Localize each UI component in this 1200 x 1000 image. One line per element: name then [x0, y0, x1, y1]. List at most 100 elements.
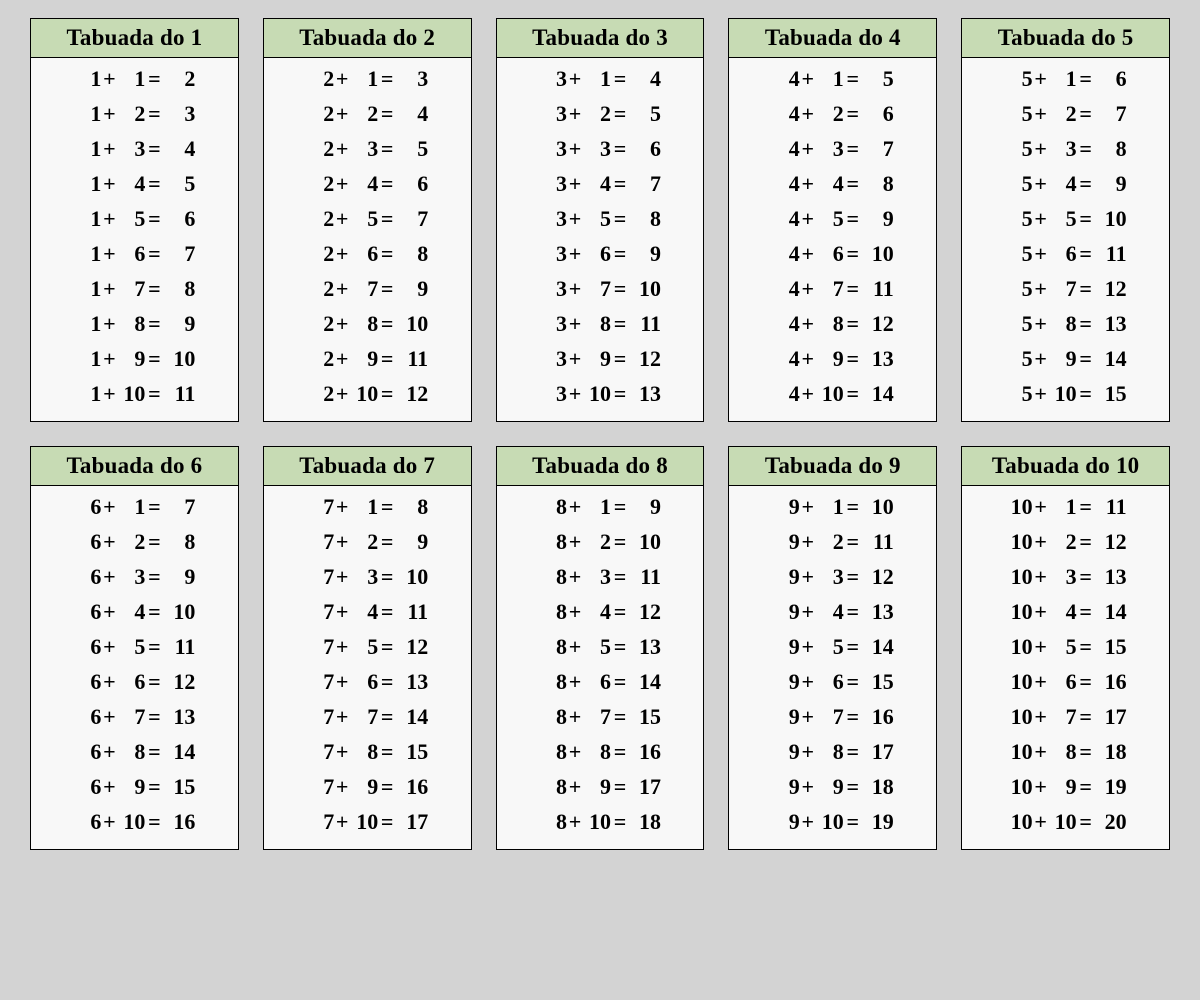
equals: =: [145, 706, 161, 728]
result: 10: [394, 566, 428, 588]
equals: =: [145, 103, 161, 125]
equals: =: [611, 208, 627, 230]
operator: +: [567, 68, 583, 90]
operand-b: 8: [816, 313, 844, 335]
table-row: 8+4=12: [511, 601, 690, 623]
operator: +: [334, 68, 350, 90]
table-row: 8+1=9: [511, 496, 690, 518]
table-body: 10+1=1110+2=1210+3=1310+4=1410+5=1510+6=…: [962, 486, 1169, 849]
table-row: 2+8=10: [278, 313, 457, 335]
result: 5: [860, 68, 894, 90]
table-row: 5+9=14: [976, 348, 1155, 370]
table-row: 10+1=11: [976, 496, 1155, 518]
operand-b: 9: [1049, 348, 1077, 370]
operand-a: 9: [772, 671, 800, 693]
table-row: 5+2=7: [976, 103, 1155, 125]
operator: +: [1033, 313, 1049, 335]
operand-a: 9: [772, 566, 800, 588]
operator: +: [334, 566, 350, 588]
table-row: 3+8=11: [511, 313, 690, 335]
operator: +: [101, 741, 117, 763]
operand-a: 10: [1005, 566, 1033, 588]
equals: =: [1077, 601, 1093, 623]
operand-a: 7: [306, 531, 334, 553]
operand-b: 5: [583, 208, 611, 230]
operator: +: [1033, 173, 1049, 195]
operator: +: [567, 741, 583, 763]
table-row: 2+5=7: [278, 208, 457, 230]
result: 18: [627, 811, 661, 833]
result: 18: [860, 776, 894, 798]
operand-b: 1: [816, 496, 844, 518]
table-row: 7+1=8: [278, 496, 457, 518]
equals: =: [844, 741, 860, 763]
table-row: 8+5=13: [511, 636, 690, 658]
result: 10: [394, 313, 428, 335]
operand-a: 10: [1005, 531, 1033, 553]
table-row: 5+5=10: [976, 208, 1155, 230]
operator: +: [101, 496, 117, 518]
operator: +: [334, 706, 350, 728]
operator: +: [800, 601, 816, 623]
operator: +: [800, 68, 816, 90]
operand-b: 6: [1049, 243, 1077, 265]
operator: +: [800, 776, 816, 798]
result: 11: [161, 636, 195, 658]
table-card: Tabuada do 77+1=87+2=97+3=107+4=117+5=12…: [263, 446, 472, 850]
equals: =: [1077, 278, 1093, 300]
result: 9: [394, 278, 428, 300]
result: 15: [394, 741, 428, 763]
operator: +: [334, 313, 350, 335]
table-row: 1+9=10: [45, 348, 224, 370]
operand-a: 3: [539, 138, 567, 160]
result: 5: [161, 173, 195, 195]
operator: +: [800, 706, 816, 728]
result: 14: [860, 383, 894, 405]
equals: =: [844, 348, 860, 370]
operator: +: [1033, 383, 1049, 405]
table-card: Tabuada do 55+1=65+2=75+3=85+4=95+5=105+…: [961, 18, 1170, 422]
operator: +: [1033, 601, 1049, 623]
operator: +: [334, 601, 350, 623]
table-card: Tabuada do 44+1=54+2=64+3=74+4=84+5=94+6…: [728, 18, 937, 422]
table-card: Tabuada do 1010+1=1110+2=1210+3=1310+4=1…: [961, 446, 1170, 850]
table-row: 4+7=11: [743, 278, 922, 300]
operand-b: 3: [350, 138, 378, 160]
operand-b: 3: [350, 566, 378, 588]
equals: =: [1077, 383, 1093, 405]
operand-b: 9: [583, 348, 611, 370]
table-row: 3+9=12: [511, 348, 690, 370]
operand-a: 7: [306, 741, 334, 763]
operand-b: 7: [117, 706, 145, 728]
result: 10: [1093, 208, 1127, 230]
operator: +: [101, 383, 117, 405]
operand-a: 2: [306, 103, 334, 125]
operand-b: 3: [1049, 138, 1077, 160]
table-row: 4+5=9: [743, 208, 922, 230]
result: 7: [627, 173, 661, 195]
equals: =: [145, 208, 161, 230]
table-row: 1+4=5: [45, 173, 224, 195]
operator: +: [101, 671, 117, 693]
table-body: 5+1=65+2=75+3=85+4=95+5=105+6=115+7=125+…: [962, 58, 1169, 421]
operand-b: 8: [583, 313, 611, 335]
operator: +: [101, 706, 117, 728]
equals: =: [844, 138, 860, 160]
table-row: 7+10=17: [278, 811, 457, 833]
result: 13: [627, 636, 661, 658]
operator: +: [101, 103, 117, 125]
operand-a: 8: [539, 496, 567, 518]
operand-a: 6: [73, 776, 101, 798]
result: 13: [394, 671, 428, 693]
operand-a: 5: [1005, 243, 1033, 265]
table-row: 1+6=7: [45, 243, 224, 265]
operand-b: 2: [1049, 531, 1077, 553]
operand-b: 8: [583, 741, 611, 763]
operand-b: 4: [1049, 173, 1077, 195]
operator: +: [567, 601, 583, 623]
equals: =: [1077, 138, 1093, 160]
operand-b: 3: [816, 138, 844, 160]
operand-a: 5: [1005, 138, 1033, 160]
table-row: 10+9=19: [976, 776, 1155, 798]
operator: +: [334, 383, 350, 405]
